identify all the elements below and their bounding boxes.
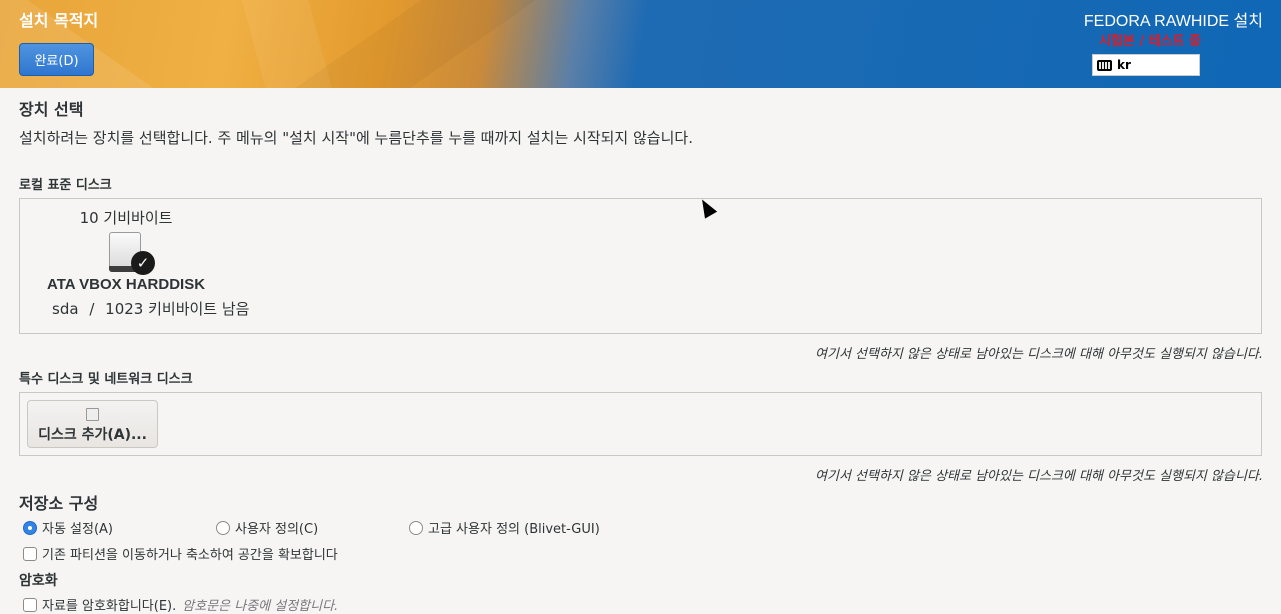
disk-free-space: 1023 키비바이트 남음	[105, 300, 250, 318]
local-disks-panel: 10 기비바이트 ✓ ATA VBOX HARDDISK sda / 1023 …	[19, 198, 1262, 334]
header-bar: 설치 목적지 완료(D) FEDORA RAWHIDE 설치 시험본 / 테스트…	[0, 0, 1281, 88]
product-title: FEDORA RAWHIDE 설치	[1083, 13, 1263, 30]
checkbox-box	[23, 597, 37, 612]
radio-automatic[interactable]: 자동 설정(A)	[23, 518, 113, 537]
add-disk-icon	[86, 408, 99, 421]
disk-separator: /	[89, 300, 95, 318]
encrypt-checkbox[interactable]: 자료를 암호화합니다(E). 암호문은 나중에 설정합니다.	[23, 595, 338, 614]
storage-config-heading: 저장소 구성	[19, 494, 99, 513]
radio-selected-indicator	[23, 520, 37, 535]
hard-disk-icon: ✓	[109, 232, 155, 275]
disk-name: ATA VBOX HARDDISK	[46, 276, 206, 293]
disk-size: 10 기비바이트	[79, 209, 173, 227]
add-disk-button[interactable]: 디스크 추가(A)...	[27, 400, 158, 448]
radio-custom[interactable]: 사용자 정의(C)	[216, 518, 318, 537]
special-disks-note: 여기서 선택하지 않은 상태로 남아있는 디스크에 대해 아무것도 실행되지 않…	[815, 469, 1263, 484]
radio-automatic-label: 자동 설정(A)	[42, 522, 114, 537]
device-selection-description: 설치하려는 장치를 선택합니다. 주 메뉴의 "설치 시작"에 누름단추를 누를…	[19, 129, 693, 147]
encrypt-hint: 암호문은 나중에 설정합니다.	[182, 599, 339, 614]
special-disks-label: 특수 디스크 및 네트워크 디스크	[19, 372, 193, 387]
checkmark-icon: ✓	[131, 251, 155, 275]
spoke-title: 설치 목적지	[19, 11, 99, 30]
radio-custom-label: 사용자 정의(C)	[235, 522, 319, 537]
add-disk-label: 디스크 추가(A)...	[38, 427, 147, 443]
reclaim-space-label: 기존 파티션을 이동하거나 축소하여 공간을 확보합니다	[42, 548, 338, 563]
done-button[interactable]: 완료(D)	[19, 43, 94, 76]
radio-advanced-custom[interactable]: 고급 사용자 정의 (Blivet-GUI)	[409, 518, 600, 537]
special-disks-panel: 디스크 추가(A)...	[19, 392, 1262, 456]
radio-advanced-label: 고급 사용자 정의 (Blivet-GUI)	[428, 522, 600, 537]
reclaim-space-checkbox[interactable]: 기존 파티션을 이동하거나 축소하여 공간을 확보합니다	[23, 544, 338, 563]
prerelease-warning: 시험본 / 테스트 중	[1098, 34, 1201, 49]
local-disks-label: 로컬 표준 디스크	[19, 178, 112, 193]
keyboard-layout-indicator[interactable]: kr	[1092, 54, 1200, 76]
keyboard-icon	[1097, 59, 1112, 71]
disk-sda[interactable]: 10 기비바이트 ✓ ATA VBOX HARDDISK sda / 1023 …	[40, 207, 250, 319]
local-disks-note: 여기서 선택하지 않은 상태로 남아있는 디스크에 대해 아무것도 실행되지 않…	[815, 347, 1263, 362]
keyboard-layout-label: kr	[1117, 58, 1131, 72]
encrypt-label: 자료를 암호화합니다(E).	[42, 599, 177, 614]
device-selection-heading: 장치 선택	[19, 100, 84, 119]
disk-info: sda / 1023 키비바이트 남음	[40, 298, 249, 319]
radio-indicator	[216, 520, 230, 535]
radio-indicator	[409, 520, 423, 535]
disk-device: sda	[52, 300, 79, 318]
encryption-heading: 암호화	[19, 573, 58, 589]
checkbox-box	[23, 546, 37, 561]
